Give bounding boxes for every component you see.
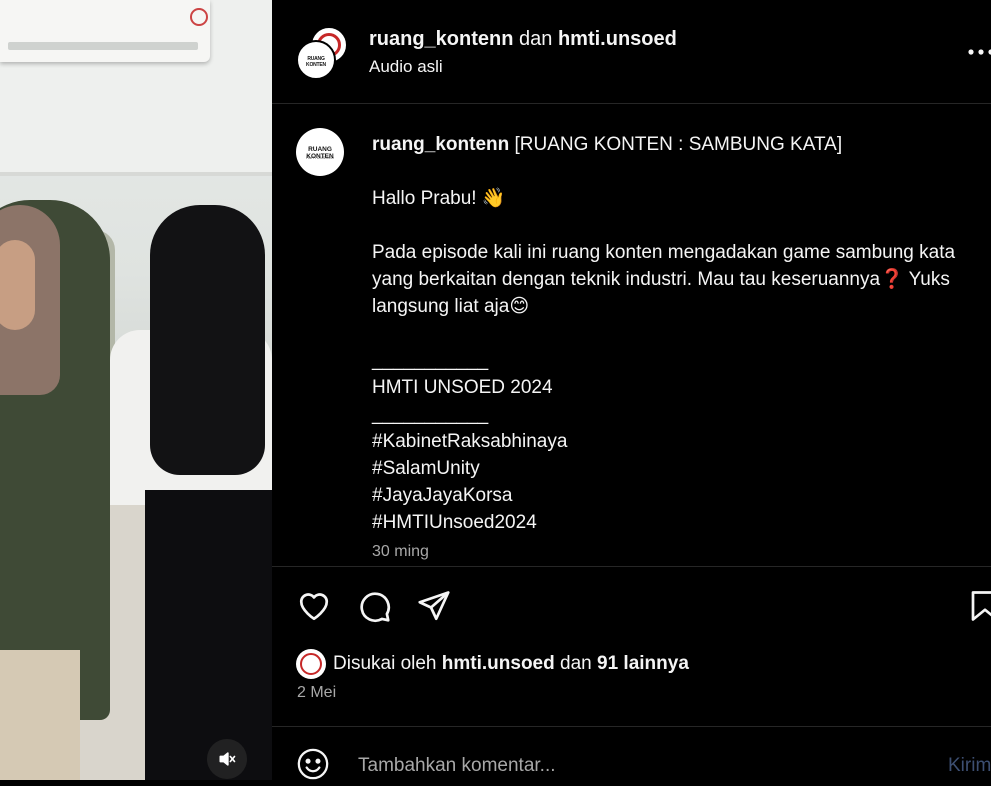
- caption-rule-2: ___________: [372, 404, 489, 425]
- post-panel: RUANG KONTEN ruang_kontenn dan hmti.unso…: [272, 0, 991, 783]
- caption-avatar-logo-subtext: HMTI UNSOED: [306, 155, 334, 160]
- video-person-right-skirt: [145, 490, 272, 780]
- header-connector: dan: [519, 28, 553, 50]
- post-header: RUANG KONTEN ruang_kontenn dan hmti.unso…: [272, 0, 991, 104]
- hashtag-link[interactable]: #JayaJayaKorsa: [372, 482, 982, 509]
- likes-connector: dan: [560, 653, 592, 674]
- caption: ruang_kontenn [RUANG KONTEN : SAMBUNG KA…: [372, 131, 982, 565]
- caption-org: HMTI UNSOED 2024: [372, 377, 553, 398]
- audio-link[interactable]: Audio asli: [369, 57, 443, 77]
- mute-button[interactable]: [207, 739, 247, 779]
- hashtag-link[interactable]: #SalamUnity: [372, 455, 982, 482]
- save-button[interactable]: [967, 588, 991, 624]
- video-wall-line: [0, 172, 272, 176]
- caption-rule-1: ___________: [372, 350, 489, 371]
- likes-summary: Disukai oleh hmti.unsoed dan 91 lainnya: [333, 653, 689, 675]
- comment-icon: [360, 592, 391, 623]
- video-air-conditioner: [0, 0, 210, 62]
- video-person-left-face: [0, 240, 35, 330]
- caption-greeting: Hallo Prabu! 👋: [372, 188, 506, 209]
- header-user-2[interactable]: hmti.unsoed: [558, 28, 677, 50]
- avatar-logo-text: RUANG KONTEN: [306, 56, 326, 68]
- ac-indicator: [190, 8, 208, 26]
- muted-speaker-icon: [219, 752, 236, 766]
- action-bar: [296, 588, 991, 624]
- emoji-button[interactable]: [296, 747, 330, 781]
- actions-divider: [272, 566, 991, 567]
- hashtag-link[interactable]: #KabinetRaksabhinaya: [372, 428, 982, 455]
- send-icon: [418, 591, 450, 621]
- likes-others-link[interactable]: 91 lainnya: [597, 653, 689, 674]
- likes-prefix: Disukai oleh: [333, 653, 437, 674]
- more-dots-icon: [968, 49, 991, 55]
- bookmark-icon: [971, 591, 991, 621]
- comment-button[interactable]: [356, 588, 392, 624]
- hmti-logo-icon: [300, 653, 322, 675]
- like-button[interactable]: [296, 588, 332, 624]
- more-options-button[interactable]: [966, 40, 991, 64]
- ac-vent: [8, 42, 198, 50]
- emoji-icon: [297, 748, 329, 780]
- collab-avatars[interactable]: RUANG KONTEN: [296, 26, 348, 80]
- video-person-right-hijab: [150, 205, 265, 475]
- comment-input[interactable]: [356, 749, 880, 783]
- reel-video[interactable]: [0, 0, 272, 780]
- caption-body: Pada episode kali ini ruang konten menga…: [372, 242, 956, 317]
- caption-avatar[interactable]: RUANG KONTEN HMTI UNSOED: [296, 128, 344, 176]
- heart-icon: [299, 593, 329, 621]
- likes-user-link[interactable]: hmti.unsoed: [442, 653, 555, 674]
- comment-row: Kirim: [272, 726, 991, 783]
- hashtag-link[interactable]: #HMTIUnsoed2024: [372, 509, 982, 536]
- caption-username[interactable]: ruang_kontenn: [372, 134, 509, 155]
- likes-avatar[interactable]: [296, 649, 326, 679]
- share-button[interactable]: [416, 588, 452, 624]
- video-person-left-skirt: [0, 650, 80, 780]
- send-comment-button[interactable]: Kirim: [948, 755, 991, 777]
- avatar-ruang-konten[interactable]: RUANG KONTEN: [296, 40, 336, 80]
- caption-time[interactable]: 30 ming: [372, 538, 982, 565]
- header-user-1[interactable]: ruang_kontenn: [369, 28, 513, 50]
- header-title: ruang_kontenn dan hmti.unsoed: [369, 28, 677, 51]
- post-date[interactable]: 2 Mei: [297, 684, 336, 702]
- caption-title: [RUANG KONTEN : SAMBUNG KATA]: [514, 134, 843, 155]
